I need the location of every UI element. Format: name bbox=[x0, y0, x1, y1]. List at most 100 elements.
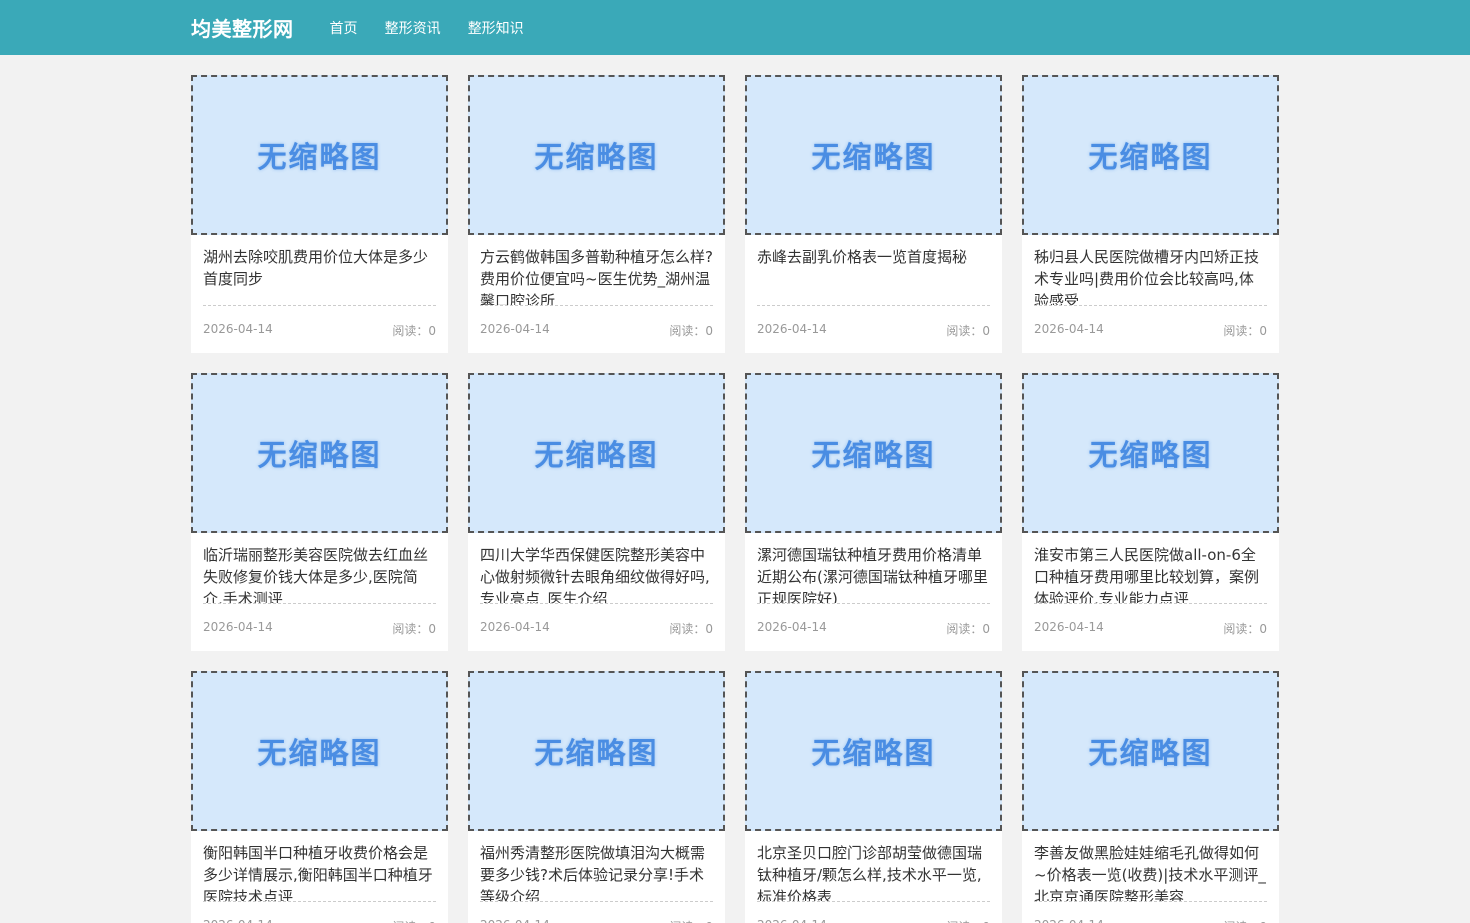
read-label: 阅读： bbox=[1223, 324, 1260, 338]
article-date: 2026-04-14 bbox=[757, 322, 827, 336]
article-title[interactable]: 方云鹤做韩国多普勒种植牙怎么样?费用价位便宜吗~医生优势_湖州温馨口腔诊所 bbox=[480, 246, 713, 306]
article-title[interactable]: 北京圣贝口腔门诊部胡莹做德国瑞钛种植牙/颗怎么样,技术水平一览,标准价格表 bbox=[757, 842, 990, 902]
article-title[interactable]: 湖州去除咬肌费用价位大体是多少首度同步 bbox=[203, 246, 436, 306]
article-title[interactable]: 李善友做黑脸娃娃缩毛孔做得如何~价格表一览(收费)|技术水平测评_北京京通医院整… bbox=[1034, 842, 1267, 902]
article-date: 2026-04-14 bbox=[1034, 620, 1104, 634]
article-title[interactable]: 漯河德国瑞钛种植牙费用价格清单近期公布(漯河德国瑞钛种植牙哪里正规医院好) bbox=[757, 544, 990, 604]
thumbnail-text: 无缩略图 bbox=[534, 736, 659, 770]
thumbnail-placeholder[interactable]: 无缩略图 bbox=[191, 671, 448, 831]
article-card[interactable]: 无缩略图北京圣贝口腔门诊部胡莹做德国瑞钛种植牙/颗怎么样,技术水平一览,标准价格… bbox=[745, 671, 1002, 923]
article-card[interactable]: 无缩略图方云鹤做韩国多普勒种植牙怎么样?费用价位便宜吗~医生优势_湖州温馨口腔诊… bbox=[468, 75, 725, 353]
article-meta: 2026-04-14 阅读：0 bbox=[203, 322, 436, 339]
card-body: 淮安市第三人民医院做all-on-6全口种植牙费用哪里比较划算，案例体验评价,专… bbox=[1022, 533, 1279, 637]
read-label: 阅读： bbox=[946, 622, 983, 636]
card-body: 方云鹤做韩国多普勒种植牙怎么样?费用价位便宜吗~医生优势_湖州温馨口腔诊所 202… bbox=[468, 235, 725, 339]
article-date: 2026-04-14 bbox=[757, 620, 827, 634]
read-count: 阅读：0 bbox=[392, 322, 436, 339]
read-label: 阅读： bbox=[392, 324, 429, 338]
header-inner: 均美整形网 首页 整形资讯 整形知识 bbox=[191, 0, 1279, 55]
article-card[interactable]: 无缩略图福州秀清整形医院做填泪沟大概需要多少钱?术后体验记录分享!手术等级介绍 2… bbox=[468, 671, 725, 923]
card-body: 李善友做黑脸娃娃缩毛孔做得如何~价格表一览(收费)|技术水平测评_北京京通医院整… bbox=[1022, 831, 1279, 923]
read-count: 阅读：0 bbox=[946, 322, 990, 339]
read-value: 0 bbox=[705, 324, 713, 338]
read-count: 阅读：0 bbox=[1223, 620, 1267, 637]
article-card[interactable]: 无缩略图临沂瑞丽整形美容医院做去红血丝失败修复价钱大体是多少,医院简介,手术测评… bbox=[191, 373, 448, 651]
article-card[interactable]: 无缩略图赤峰去副乳价格表一览首度揭秘 2026-04-14 阅读：0 bbox=[745, 75, 1002, 353]
article-title[interactable]: 秭归县人民医院做槽牙内凹矫正技术专业吗|费用价位会比较高吗,体验感受 bbox=[1034, 246, 1267, 306]
read-label: 阅读： bbox=[392, 622, 429, 636]
thumbnail-text: 无缩略图 bbox=[811, 140, 936, 174]
article-title[interactable]: 四川大学华西保健医院整形美容中心做射频微针去眼角细纹做得好吗,专业亮点_医生介绍 bbox=[480, 544, 713, 604]
article-title[interactable]: 淮安市第三人民医院做all-on-6全口种植牙费用哪里比较划算，案例体验评价,专… bbox=[1034, 544, 1267, 604]
read-label: 阅读： bbox=[946, 324, 983, 338]
thumbnail-text: 无缩略图 bbox=[534, 140, 659, 174]
article-date: 2026-04-14 bbox=[203, 918, 273, 923]
thumbnail-placeholder[interactable]: 无缩略图 bbox=[1022, 75, 1279, 235]
article-meta: 2026-04-14 阅读：0 bbox=[757, 322, 990, 339]
thumbnail-placeholder[interactable]: 无缩略图 bbox=[745, 75, 1002, 235]
article-card[interactable]: 无缩略图秭归县人民医院做槽牙内凹矫正技术专业吗|费用价位会比较高吗,体验感受 20… bbox=[1022, 75, 1279, 353]
thumbnail-placeholder[interactable]: 无缩略图 bbox=[745, 373, 1002, 533]
card-body: 漯河德国瑞钛种植牙费用价格清单近期公布(漯河德国瑞钛种植牙哪里正规医院好) 202… bbox=[745, 533, 1002, 637]
card-body: 湖州去除咬肌费用价位大体是多少首度同步 2026-04-14 阅读：0 bbox=[191, 235, 448, 339]
read-value: 0 bbox=[428, 324, 436, 338]
thumbnail-placeholder[interactable]: 无缩略图 bbox=[1022, 373, 1279, 533]
read-count: 阅读：0 bbox=[669, 918, 713, 923]
site-logo[interactable]: 均美整形网 bbox=[191, 13, 294, 42]
nav-knowledge[interactable]: 整形知识 bbox=[468, 21, 524, 37]
read-count: 阅读：0 bbox=[669, 620, 713, 637]
thumbnail-placeholder[interactable]: 无缩略图 bbox=[191, 75, 448, 235]
thumbnail-text: 无缩略图 bbox=[1088, 736, 1213, 770]
read-count: 阅读：0 bbox=[669, 322, 713, 339]
article-title[interactable]: 衡阳韩国半口种植牙收费价格会是多少详情展示,衡阳韩国半口种植牙医院技术点评 bbox=[203, 842, 436, 902]
thumbnail-placeholder[interactable]: 无缩略图 bbox=[468, 671, 725, 831]
article-meta: 2026-04-14 阅读：0 bbox=[480, 918, 713, 923]
article-meta: 2026-04-14 阅读：0 bbox=[203, 918, 436, 923]
article-meta: 2026-04-14 阅读：0 bbox=[757, 620, 990, 637]
article-date: 2026-04-14 bbox=[480, 322, 550, 336]
card-body: 北京圣贝口腔门诊部胡莹做德国瑞钛种植牙/颗怎么样,技术水平一览,标准价格表 202… bbox=[745, 831, 1002, 923]
read-count: 阅读：0 bbox=[946, 918, 990, 923]
article-card[interactable]: 无缩略图四川大学华西保健医院整形美容中心做射频微针去眼角细纹做得好吗,专业亮点_… bbox=[468, 373, 725, 651]
thumbnail-text: 无缩略图 bbox=[257, 438, 382, 472]
thumbnail-text: 无缩略图 bbox=[811, 438, 936, 472]
read-value: 0 bbox=[982, 622, 990, 636]
card-body: 赤峰去副乳价格表一览首度揭秘 2026-04-14 阅读：0 bbox=[745, 235, 1002, 339]
read-label: 阅读： bbox=[669, 324, 706, 338]
read-value: 0 bbox=[1259, 324, 1267, 338]
thumbnail-text: 无缩略图 bbox=[257, 140, 382, 174]
article-title[interactable]: 临沂瑞丽整形美容医院做去红血丝失败修复价钱大体是多少,医院简介,手术测评 bbox=[203, 544, 436, 604]
read-count: 阅读：0 bbox=[1223, 322, 1267, 339]
thumbnail-text: 无缩略图 bbox=[1088, 438, 1213, 472]
article-meta: 2026-04-14 阅读：0 bbox=[1034, 620, 1267, 637]
read-value: 0 bbox=[428, 622, 436, 636]
article-date: 2026-04-14 bbox=[203, 322, 273, 336]
article-card[interactable]: 无缩略图漯河德国瑞钛种植牙费用价格清单近期公布(漯河德国瑞钛种植牙哪里正规医院好… bbox=[745, 373, 1002, 651]
read-count: 阅读：0 bbox=[946, 620, 990, 637]
article-meta: 2026-04-14 阅读：0 bbox=[1034, 322, 1267, 339]
read-value: 0 bbox=[705, 622, 713, 636]
nav-home[interactable]: 首页 bbox=[330, 21, 358, 37]
article-card[interactable]: 无缩略图淮安市第三人民医院做all-on-6全口种植牙费用哪里比较划算，案例体验… bbox=[1022, 373, 1279, 651]
card-body: 衡阳韩国半口种植牙收费价格会是多少详情展示,衡阳韩国半口种植牙医院技术点评 202… bbox=[191, 831, 448, 923]
site-header: 均美整形网 首页 整形资讯 整形知识 bbox=[0, 0, 1470, 55]
nav-news[interactable]: 整形资讯 bbox=[385, 21, 441, 37]
article-date: 2026-04-14 bbox=[203, 620, 273, 634]
main-nav: 首页 整形资讯 整形知识 bbox=[330, 18, 546, 38]
card-body: 福州秀清整形医院做填泪沟大概需要多少钱?术后体验记录分享!手术等级介绍 2026-… bbox=[468, 831, 725, 923]
article-meta: 2026-04-14 阅读：0 bbox=[1034, 918, 1267, 923]
article-card[interactable]: 无缩略图 衡阳韩国半口种植牙收费价格会是多少详情展示,衡阳韩国半口种植牙医院技术点… bbox=[191, 671, 448, 923]
article-meta: 2026-04-14 阅读：0 bbox=[757, 918, 990, 923]
read-count: 阅读：0 bbox=[392, 620, 436, 637]
article-title[interactable]: 福州秀清整形医院做填泪沟大概需要多少钱?术后体验记录分享!手术等级介绍 bbox=[480, 842, 713, 902]
thumbnail-placeholder[interactable]: 无缩略图 bbox=[468, 75, 725, 235]
thumbnail-placeholder[interactable]: 无缩略图 bbox=[191, 373, 448, 533]
article-meta: 2026-04-14 阅读：0 bbox=[480, 322, 713, 339]
thumbnail-text: 无缩略图 bbox=[811, 736, 936, 770]
thumbnail-placeholder[interactable]: 无缩略图 bbox=[468, 373, 725, 533]
article-card[interactable]: 无缩略图湖州去除咬肌费用价位大体是多少首度同步 2026-04-14 阅读：0 bbox=[191, 75, 448, 353]
thumbnail-placeholder[interactable]: 无缩略图 bbox=[745, 671, 1002, 831]
thumbnail-placeholder[interactable]: 无缩略图 bbox=[1022, 671, 1279, 831]
article-title[interactable]: 赤峰去副乳价格表一览首度揭秘 bbox=[757, 246, 990, 306]
article-card[interactable]: 无缩略图李善友做黑脸娃娃缩毛孔做得如何~价格表一览(收费)|技术水平测评_北京京… bbox=[1022, 671, 1279, 923]
